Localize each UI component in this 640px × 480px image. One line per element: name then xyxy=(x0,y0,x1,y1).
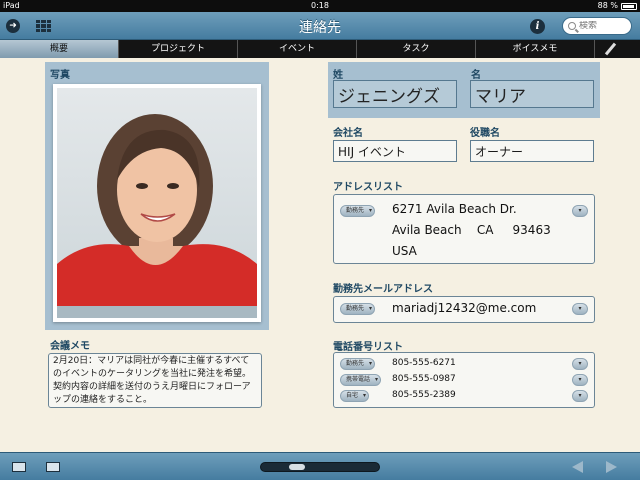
last-name-field[interactable]: ジェニングズ xyxy=(333,80,457,108)
pencil-icon xyxy=(604,42,617,56)
first-name-label: 名 xyxy=(471,70,481,81)
job-title-field[interactable]: オーナー xyxy=(470,140,594,162)
contact-photo[interactable] xyxy=(53,84,261,322)
address-street[interactable]: 6271 Avila Beach Dr. xyxy=(392,202,517,216)
battery-indicator: 88 % xyxy=(598,0,637,12)
tab-voice-memo[interactable]: ボイスメモ xyxy=(476,40,595,58)
tab-overview[interactable]: 概要 xyxy=(0,40,119,58)
photo-footer xyxy=(57,306,257,318)
email-type-selector[interactable]: 勤務先 xyxy=(340,303,376,315)
search-input[interactable] xyxy=(579,21,629,31)
grid-list-icon[interactable] xyxy=(36,20,51,32)
phone-number[interactable]: 805-555-6271 xyxy=(392,358,456,368)
email-value[interactable]: mariadj12432@me.com xyxy=(392,301,536,315)
tab-tasks[interactable]: タスク xyxy=(357,40,476,58)
new-record-icon[interactable] xyxy=(12,462,26,472)
next-record-icon[interactable] xyxy=(606,461,617,473)
company-field[interactable]: HIJ イベント xyxy=(333,140,457,162)
photo-label: 写真 xyxy=(50,70,70,81)
chevron-down-icon[interactable]: ▾ xyxy=(572,374,588,386)
phone-type-selector[interactable]: 勤務先 xyxy=(340,358,376,370)
phone-type-selector[interactable]: 携帯電話 xyxy=(340,374,382,386)
slider-knob[interactable] xyxy=(289,464,305,470)
record-slider[interactable] xyxy=(260,462,380,472)
chevron-down-icon[interactable]: ▾ xyxy=(572,390,588,402)
phone-list-label: 電話番号リスト xyxy=(333,342,403,353)
info-icon[interactable]: i xyxy=(530,19,545,34)
email-label: 勤務先メールアドレス xyxy=(333,284,433,295)
address-type-selector[interactable]: 勤務先 xyxy=(340,205,376,217)
tab-bar: 概要 プロジェクト イベント タスク ボイスメモ xyxy=(0,40,640,58)
battery-percent: 88 % xyxy=(597,1,618,10)
status-time: 0:18 xyxy=(311,1,329,10)
meeting-memo-field[interactable]: 2月20日：マリアは同社が今春に主催するすべてのイベントのケータリングを当社に発… xyxy=(48,353,262,408)
phone-number[interactable]: 805-555-2389 xyxy=(392,390,456,400)
phone-number[interactable]: 805-555-0987 xyxy=(392,374,456,384)
tab-projects[interactable]: プロジェクト xyxy=(119,40,238,58)
address-city-state-zip[interactable]: Avila Beach CA 93463 xyxy=(392,223,551,237)
search-field[interactable] xyxy=(562,17,632,35)
portrait-image xyxy=(57,88,257,306)
address-list-label: アドレスリスト xyxy=(333,182,403,193)
address-country[interactable]: USA xyxy=(392,244,417,258)
chevron-down-icon[interactable]: ▾ xyxy=(572,358,588,370)
last-name-label: 姓 xyxy=(333,70,343,81)
battery-icon xyxy=(621,2,637,10)
job-title-label: 役職名 xyxy=(470,128,500,139)
previous-record-icon[interactable] xyxy=(572,461,583,473)
status-bar: iPad 0:18 88 % xyxy=(0,0,640,12)
chevron-down-icon[interactable]: ▾ xyxy=(572,303,588,315)
search-icon xyxy=(568,22,576,30)
company-label: 会社名 xyxy=(333,128,363,139)
first-name-field[interactable]: マリア xyxy=(470,80,594,108)
navigation-bar: ➜ 連絡先 i xyxy=(0,12,640,40)
edit-button[interactable] xyxy=(595,40,640,58)
meeting-memo-label: 会議メモ xyxy=(50,341,90,352)
chevron-down-icon[interactable]: ▾ xyxy=(572,205,588,217)
duplicate-record-icon[interactable] xyxy=(46,462,60,472)
tab-events[interactable]: イベント xyxy=(238,40,357,58)
arrow-circle-icon[interactable]: ➜ xyxy=(6,19,20,33)
phone-type-selector[interactable]: 自宅 xyxy=(340,390,370,402)
bottom-toolbar xyxy=(0,452,640,480)
